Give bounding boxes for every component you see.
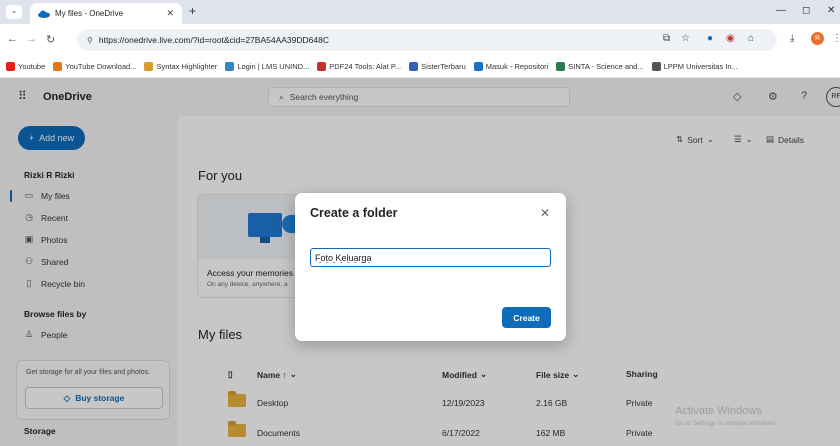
install-app-icon[interactable]: ⧉ xyxy=(663,33,670,44)
bookmark-star-icon[interactable]: ☆ xyxy=(681,33,690,44)
address-bar-row: ← → ↻ ⚲ https://onedrive.live.com/?id=ro… xyxy=(0,24,840,56)
bookmark-item[interactable]: Masuk - Repositori xyxy=(473,62,548,71)
restore-icon[interactable]: ◻ xyxy=(802,5,810,16)
browser-tab-bar: ⌄ My files - OneDrive ✕ + — ◻ ✕ xyxy=(0,0,840,24)
bookmark-favicon-icon xyxy=(6,62,15,71)
bookmark-item[interactable]: SisterTerbaru xyxy=(409,62,466,71)
bookmark-item[interactable]: Login | LMS UNIND... xyxy=(225,62,309,71)
extension-icon[interactable]: ● xyxy=(707,33,713,44)
bookmark-item[interactable]: Youtube xyxy=(6,62,45,71)
onedrive-favicon-icon xyxy=(38,10,50,18)
folder-name-field[interactable] xyxy=(310,248,551,267)
bookmark-favicon-icon xyxy=(556,62,566,71)
download-icon[interactable]: ⤓ xyxy=(790,33,794,44)
close-window-icon[interactable]: ✕ xyxy=(827,5,835,16)
browser-tab[interactable]: My files - OneDrive ✕ xyxy=(30,3,182,24)
tab-close-icon[interactable]: ✕ xyxy=(166,8,174,19)
extension-icon[interactable]: ◉ xyxy=(726,33,735,44)
url-field[interactable]: ⚲ https://onedrive.live.com/?id=root&cid… xyxy=(77,29,777,51)
back-icon[interactable]: ← xyxy=(7,33,18,45)
bookmark-favicon-icon xyxy=(53,62,63,71)
bookmark-item[interactable]: SINTA - Science and... xyxy=(556,62,644,71)
tab-list-button[interactable]: ⌄ xyxy=(6,5,22,19)
new-tab-icon[interactable]: + xyxy=(189,4,196,18)
reload-icon[interactable]: ↻ xyxy=(46,33,55,46)
dialog-title: Create a folder xyxy=(310,206,398,220)
forward-icon[interactable]: → xyxy=(26,33,37,45)
bookmark-favicon-icon xyxy=(651,62,661,71)
url-text: https://onedrive.live.com/?id=root&cid=2… xyxy=(98,35,329,45)
bookmark-item[interactable]: LPPM Universitas In... xyxy=(651,62,738,71)
bookmark-favicon-icon xyxy=(409,62,419,71)
bookmark-item[interactable]: PDF24 Tools: Alat P... xyxy=(317,62,401,71)
bookmark-item[interactable]: YouTube Download... xyxy=(53,62,136,71)
create-button[interactable]: Create xyxy=(502,307,551,328)
minimize-icon[interactable]: — xyxy=(776,5,786,16)
site-info-icon[interactable]: ⚲ xyxy=(87,36,93,45)
create-folder-dialog: Create a folder ✕ Create xyxy=(295,193,566,341)
bookmark-item[interactable]: Syntax Highlighter xyxy=(144,62,217,71)
extensions-puzzle-icon[interactable]: ⌂ xyxy=(748,33,754,44)
profile-icon[interactable]: R xyxy=(811,32,824,45)
bookmark-favicon-icon xyxy=(225,62,235,71)
bookmark-favicon-icon xyxy=(473,62,483,71)
close-icon[interactable]: ✕ xyxy=(540,206,550,220)
bookmark-favicon-icon xyxy=(144,62,154,71)
tab-title: My files - OneDrive xyxy=(55,9,124,18)
bookmarks-bar: Youtube YouTube Download... Syntax Highl… xyxy=(0,56,840,78)
bookmark-favicon-icon xyxy=(317,62,327,71)
more-menu-icon[interactable]: ⋮ xyxy=(832,33,840,44)
